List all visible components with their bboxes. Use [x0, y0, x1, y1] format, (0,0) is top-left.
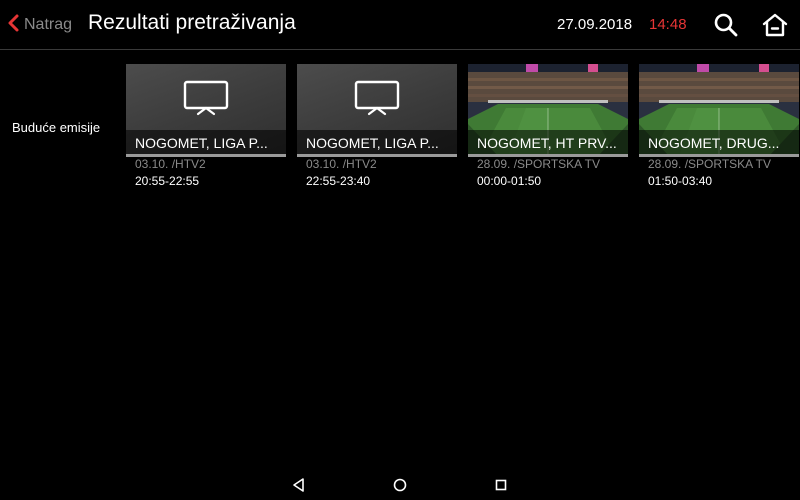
chevron-left-icon	[6, 13, 20, 38]
result-title: NOGOMET, LIGA P...	[135, 135, 268, 151]
result-thumbnail: NOGOMET, LIGA P...	[126, 64, 286, 156]
result-card[interactable]: NOGOMET, LIGA P... 03.10. /HTV2 22:55-23…	[297, 64, 457, 194]
nav-back-button[interactable]	[291, 477, 307, 493]
nav-home-button[interactable]	[392, 477, 408, 493]
tv-icon	[183, 80, 229, 116]
result-time-range: 00:00-01:50	[477, 174, 542, 188]
result-card[interactable]: NOGOMET, DRUG... 28.09. /SPORTSKA TV 01:…	[639, 64, 799, 194]
result-title: NOGOMET, HT PRV...	[477, 135, 617, 151]
result-meta: 28.09. /SPORTSKA TV	[477, 157, 600, 171]
home-button[interactable]	[761, 11, 789, 39]
nav-recents-button[interactable]	[493, 477, 509, 493]
result-time-range: 01:50-03:40	[648, 174, 713, 188]
result-meta: 28.09. /SPORTSKA TV	[648, 157, 771, 171]
back-button[interactable]: Natrag	[6, 12, 72, 38]
square-recents-icon	[495, 479, 507, 491]
title-overlay: NOGOMET, HT PRV...	[468, 130, 628, 156]
tv-icon	[354, 80, 400, 116]
circle-home-icon	[393, 478, 407, 492]
search-icon	[714, 13, 738, 37]
title-overlay: NOGOMET, LIGA P...	[126, 130, 286, 156]
result-time-range: 22:55-23:40	[306, 174, 371, 188]
current-date: 27.09.2018	[557, 16, 633, 33]
result-meta: 03.10. /HTV2	[135, 157, 206, 171]
result-thumbnail: NOGOMET, DRUG...	[639, 64, 799, 156]
triangle-back-icon	[293, 478, 304, 492]
home-icon	[762, 13, 788, 37]
result-card[interactable]: NOGOMET, HT PRV... 28.09. /SPORTSKA TV 0…	[468, 64, 628, 194]
result-title: NOGOMET, LIGA P...	[306, 135, 439, 151]
title-overlay: NOGOMET, DRUG...	[639, 130, 799, 156]
section-label-future-shows: Buduće emisije	[12, 120, 101, 135]
result-title: NOGOMET, DRUG...	[648, 135, 780, 151]
result-thumbnail: NOGOMET, HT PRV...	[468, 64, 628, 156]
title-overlay: NOGOMET, LIGA P...	[297, 130, 457, 156]
back-label: Natrag	[24, 16, 73, 33]
result-thumbnail: NOGOMET, LIGA P...	[297, 64, 457, 156]
page-title: Rezultati pretraživanja	[88, 11, 296, 34]
header-bar: Natrag Rezultati pretraživanja 27.09.201…	[0, 0, 800, 50]
result-time-range: 20:55-22:55	[135, 174, 200, 188]
current-time: 14:48	[649, 16, 687, 33]
result-card[interactable]: NOGOMET, LIGA P... 03.10. /HTV2 20:55-22…	[126, 64, 286, 194]
system-navigation-bar	[0, 470, 800, 500]
result-meta: 03.10. /HTV2	[306, 157, 377, 171]
search-button[interactable]	[712, 11, 740, 39]
